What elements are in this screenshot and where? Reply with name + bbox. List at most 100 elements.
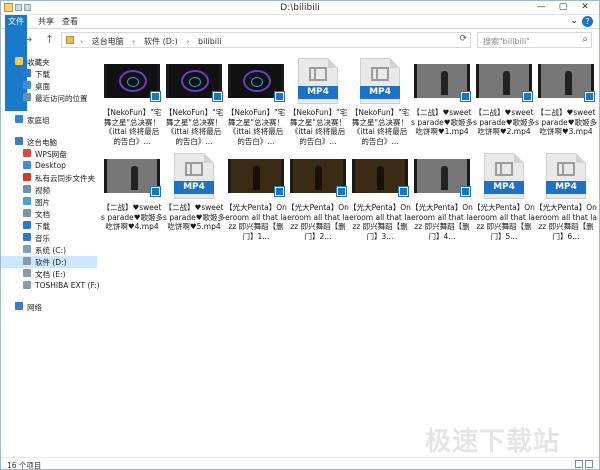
sidebar-item-label: 桌面 [35, 82, 50, 91]
sidebar-item-label: 图片 [35, 198, 50, 207]
explorer-window: D:\bilibili — ▢ ✕ 文件 共享 查看 ⌄ ? ← → ↑ › 这… [0, 0, 600, 470]
video-frame [414, 159, 471, 197]
video-logo-frame [119, 70, 147, 92]
refresh-icon[interactable]: ⟳ [459, 34, 467, 44]
sidebar-item-label: 下载 [35, 222, 50, 231]
back-button[interactable]: ← [7, 33, 16, 46]
dancer-frame [503, 71, 510, 95]
video-badge-icon [460, 186, 471, 197]
breadcrumb-item[interactable]: bilibili [198, 37, 222, 46]
file-item[interactable]: 【光大Penta】Oneroom all that lazz 即兴舞蹈【删门】2… [287, 151, 349, 247]
file-item[interactable]: MP4 【NekoFun】"宅舞之星"总决赛！《ittai 终将最后的告白》... [351, 56, 409, 152]
help-icon[interactable]: ? [582, 16, 593, 27]
file-thumbnail [103, 151, 161, 201]
sidebar-item[interactable]: 私有云同步文件夹 [1, 172, 97, 184]
video-frame [166, 64, 223, 102]
sidebar-item[interactable]: 桌面 [1, 80, 97, 92]
file-name: 【光大Penta】Oneroom all that lazz 即兴舞蹈【删门】1… [225, 203, 287, 241]
sidebar-item-label: WPS网盘 [35, 150, 67, 159]
dancer-frame [315, 166, 322, 190]
sidebar-item-icon [23, 161, 31, 169]
folder-icon [66, 36, 74, 44]
sidebar-item[interactable]: Desktop [1, 160, 97, 172]
file-name: 【NekoFun】"宅舞之星"总决赛！《ittai 终将最后的告白》... [288, 108, 348, 146]
video-badge-icon [150, 91, 161, 102]
file-thumbnail [413, 151, 471, 201]
file-name: 【NekoFun】"宅舞之星"总决赛！《ittai 终将最后的告白》... [226, 108, 286, 146]
expand-ribbon-icon[interactable]: ⌄ [570, 16, 578, 27]
video-badge-icon [274, 91, 285, 102]
close-button[interactable]: ✕ [574, 1, 596, 14]
sidebar-item-label: 音乐 [35, 234, 50, 243]
video-badge-icon [274, 186, 285, 197]
video-badge-icon [212, 91, 223, 102]
sidebar-item[interactable]: 家庭组 [1, 114, 97, 126]
file-item[interactable]: 【二战】♥sweets parade♥歌姬多吃饼啊♥1.mp4 [411, 56, 473, 152]
up-button[interactable]: ↑ [45, 33, 54, 46]
file-thumbnail: MP4 [537, 151, 595, 201]
file-name: 【光大Penta】Oneroom all that lazz 即兴舞蹈【删门】2… [287, 203, 349, 241]
file-item[interactable]: 【光大Penta】Oneroom all that lazz 即兴舞蹈【删门】1… [225, 151, 287, 247]
file-item[interactable]: MP4 【光大Penta】Oneroom all that lazz 即兴舞蹈【删… [473, 151, 535, 247]
large-icons-view-icon[interactable] [585, 460, 593, 468]
tab-share[interactable]: 共享 [33, 15, 59, 29]
file-item[interactable]: 【NekoFun】"宅舞之星"总决赛！《ittai 终将最后的告白》... [227, 56, 285, 152]
file-item[interactable]: 【光大Penta】Oneroom all that lazz 即兴舞蹈【删门】4… [411, 151, 473, 247]
sidebar-item[interactable]: 视频 [1, 184, 97, 196]
maximize-button[interactable]: ▢ [552, 1, 574, 14]
sidebar-item[interactable]: 这台电脑 [1, 136, 97, 148]
forward-button[interactable]: → [23, 33, 32, 46]
sidebar-item[interactable]: 下载 [1, 220, 97, 232]
file-item[interactable]: MP4 【NekoFun】"宅舞之星"总决赛！《ittai 终将最后的告白》... [289, 56, 347, 152]
details-view-icon[interactable] [575, 460, 583, 468]
video-frame [538, 64, 595, 102]
file-name: 【NekoFun】"宅舞之星"总决赛！《ittai 终将最后的告白》... [164, 108, 224, 146]
navigation-pane: 收藏夹 下载 桌面 最近访问的位置 家庭组 这台电脑 WPS网盘 Desktop 私有云同步文件… [1, 51, 100, 451]
breadcrumb-item[interactable]: 软件 (D:) [144, 37, 178, 46]
sidebar-item[interactable]: TOSHIBA EXT (F:) [1, 280, 100, 292]
video-badge-icon [150, 186, 161, 197]
sidebar-item[interactable]: 系统 (C:) [1, 244, 97, 256]
address-bar[interactable]: › 这台电脑 › 软件 (D:) › bilibili ⟳ [61, 32, 471, 48]
sidebar-item[interactable]: 音乐 [1, 232, 97, 244]
video-logo-frame [181, 70, 209, 92]
search-input[interactable]: 搜索"bilibili" ⌕ [477, 32, 592, 48]
sidebar-item-label: TOSHIBA EXT (F:) [35, 281, 100, 290]
file-item[interactable]: MP4 【光大Penta】Oneroom all that lazz 即兴舞蹈【删… [535, 151, 597, 247]
tab-view[interactable]: 查看 [57, 15, 83, 29]
dancer-frame [253, 166, 260, 190]
sidebar-item-icon [23, 269, 31, 277]
sidebar-item[interactable]: 软件 (D:) [1, 256, 97, 268]
sidebar-item-icon [23, 221, 31, 229]
sidebar-item-icon [23, 149, 31, 157]
sidebar-item[interactable]: 文档 [1, 208, 97, 220]
file-item[interactable]: 【二战】♥sweets parade♥歌姬多吃饼啊♥2.mp4 [473, 56, 535, 152]
file-thumbnail [537, 56, 595, 106]
minimize-button[interactable]: — [530, 1, 552, 14]
search-placeholder: 搜索"bilibili" [483, 37, 530, 46]
sidebar-item[interactable]: 下载 [1, 68, 97, 80]
mp4-label: MP4 [174, 181, 214, 194]
file-item[interactable]: 【二战】♥sweets parade♥歌姬多吃饼啊♥3.mp4 [535, 56, 597, 152]
sidebar-item-label: 私有云同步文件夹 [35, 174, 95, 183]
sidebar-item-icon [23, 185, 31, 193]
sidebar-item[interactable]: 最近访问的位置 [1, 92, 97, 104]
search-icon[interactable]: ⌕ [582, 34, 588, 45]
sidebar-item-label: 这台电脑 [27, 138, 57, 147]
sidebar-item[interactable]: 文档 (E:) [1, 268, 97, 280]
dancer-frame [441, 166, 448, 190]
breadcrumb-item[interactable]: 这台电脑 [92, 37, 124, 46]
sidebar-item[interactable]: 图片 [1, 196, 97, 208]
sidebar-item[interactable]: WPS网盘 [1, 148, 97, 160]
sidebar-item[interactable]: 收藏夹 [1, 56, 97, 68]
file-item[interactable]: 【NekoFun】"宅舞之星"总决赛！《ittai 终将最后的告白》... [165, 56, 223, 152]
file-name: 【光大Penta】Oneroom all that lazz 即兴舞蹈【删门】6… [535, 203, 597, 241]
dancer-frame [131, 166, 138, 190]
file-item[interactable]: 【二战】♥sweets parade♥歌姬多吃饼啊♥4.mp4 [101, 151, 163, 247]
file-item[interactable]: 【NekoFun】"宅舞之星"总决赛！《ittai 终将最后的告白》... [103, 56, 161, 152]
sidebar-item[interactable]: 网络 [1, 301, 97, 313]
sidebar-item-icon [23, 173, 31, 181]
file-item[interactable]: 【光大Penta】Oneroom all that lazz 即兴舞蹈【删门】3… [349, 151, 411, 247]
mp4-file-icon: MP4 [174, 153, 214, 199]
file-item[interactable]: MP4 【二战】♥sweets parade♥歌姬多吃饼啊♥5.mp4 [163, 151, 225, 247]
